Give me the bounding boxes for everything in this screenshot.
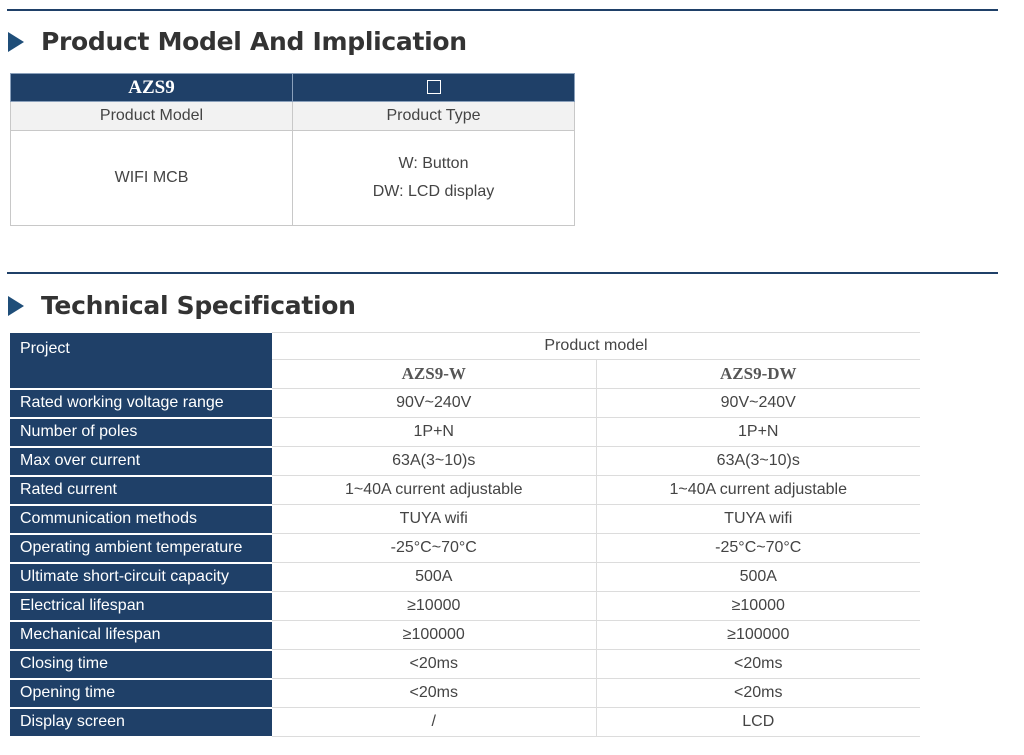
product-type-value: DW: LCD display <box>372 183 495 200</box>
spec-value-dw: ≥10000 <box>596 591 921 621</box>
table-row: WIFI MCB W: Button DW: LCD display <box>10 130 575 226</box>
spec-value-dw: 90V~240V <box>596 388 921 418</box>
spec-label: Max over current <box>10 446 272 477</box>
empty-box-icon <box>426 80 441 95</box>
table-row: Number of poles 1P+N 1P+N <box>10 417 921 448</box>
spec-value-dw: TUYA wifi <box>596 504 921 534</box>
spec-value-dw: <20ms <box>596 678 921 708</box>
section-header-model: Product Model And Implication <box>8 27 467 56</box>
spec-label: Communication methods <box>10 504 272 535</box>
table-row: Mechanical lifespan ≥100000 ≥100000 <box>10 620 921 651</box>
section-divider <box>7 272 998 274</box>
project-header: Project <box>10 332 272 390</box>
triangle-bullet-icon <box>8 295 24 316</box>
table-row: Ultimate short-circuit capacity 500A 500A <box>10 562 921 593</box>
spec-value-dw: 500A <box>596 562 921 592</box>
spec-header-row: Project Product model <box>10 331 921 390</box>
section-title: Technical Specification <box>41 291 356 320</box>
product-type-value: W: Button <box>398 155 469 172</box>
section-divider <box>7 9 998 11</box>
spec-value-w: TUYA wifi <box>272 504 597 534</box>
product-model-label: Product Model <box>10 101 293 131</box>
spec-value-w: -25°C~70°C <box>272 533 597 563</box>
product-type-label: Product Type <box>292 101 575 131</box>
spec-label: Display screen <box>10 707 272 738</box>
spec-value-dw: 63A(3~10)s <box>596 446 921 476</box>
spec-table: Project Product model AZS9-W AZS9-DW Rat… <box>10 331 921 738</box>
spec-value-dw: 1P+N <box>596 417 921 447</box>
table-row: Rated working voltage range 90V~240V 90V~2… <box>10 388 921 419</box>
table-row: Rated current 1~40A current adjustable 1~4… <box>10 475 921 506</box>
table-row: Display screen / LCD <box>10 707 921 738</box>
table-row: Operating ambient temperature -25°C~70°C -… <box>10 533 921 564</box>
spec-value-w: <20ms <box>272 678 597 708</box>
table-row: Closing time <20ms <20ms <box>10 649 921 680</box>
spec-label: Operating ambient temperature <box>10 533 272 564</box>
spec-label: Mechanical lifespan <box>10 620 272 651</box>
table-row: Max over current 63A(3~10)s 63A(3~10)s <box>10 446 921 477</box>
section-header-spec: Technical Specification <box>8 291 356 320</box>
spec-value-dw: -25°C~70°C <box>596 533 921 563</box>
spec-value-dw: <20ms <box>596 649 921 679</box>
product-model-table: AZS9 Product Model Product Type WIFI MCB… <box>10 73 575 226</box>
spec-value-w: 1~40A current adjustable <box>272 475 597 505</box>
spec-label: Electrical lifespan <box>10 591 272 622</box>
table-row: Opening time <20ms <20ms <box>10 678 921 709</box>
spec-value-dw: 1~40A current adjustable <box>596 475 921 505</box>
table-row: Communication methods TUYA wifi TUYA wifi <box>10 504 921 535</box>
spec-value-dw: LCD <box>596 707 921 737</box>
model-code: AZS9 <box>10 73 293 102</box>
spec-value-w: / <box>272 707 597 737</box>
spec-label: Closing time <box>10 649 272 680</box>
spec-label: Number of poles <box>10 417 272 448</box>
model-type-cell <box>292 73 575 102</box>
spec-rows: Rated working voltage range 90V~240V 90V~2… <box>10 388 921 738</box>
triangle-bullet-icon <box>8 31 24 52</box>
spec-value-w: 63A(3~10)s <box>272 446 597 476</box>
table-row: Electrical lifespan ≥10000 ≥10000 <box>10 591 921 622</box>
model-name: AZS9-DW <box>596 359 921 389</box>
spec-value-w: 90V~240V <box>272 388 597 418</box>
spec-label: Rated current <box>10 475 272 506</box>
spec-label: Opening time <box>10 678 272 709</box>
spec-value-w: 500A <box>272 562 597 592</box>
spec-value-w: 1P+N <box>272 417 597 447</box>
spec-label: Ultimate short-circuit capacity <box>10 562 272 593</box>
spec-value-w: ≥100000 <box>272 620 597 650</box>
product-model-header: Product model <box>272 331 921 361</box>
spec-value-w: ≥10000 <box>272 591 597 621</box>
table-header-row: AZS9 <box>10 73 575 102</box>
product-model-value: WIFI MCB <box>10 130 293 226</box>
table-subheader-row: Product Model Product Type <box>10 101 575 131</box>
section-title: Product Model And Implication <box>41 27 467 56</box>
spec-value-w: <20ms <box>272 649 597 679</box>
product-type-values: W: Button DW: LCD display <box>292 130 575 226</box>
model-name: AZS9-W <box>272 359 597 389</box>
spec-value-dw: ≥100000 <box>596 620 921 650</box>
spec-label: Rated working voltage range <box>10 388 272 419</box>
